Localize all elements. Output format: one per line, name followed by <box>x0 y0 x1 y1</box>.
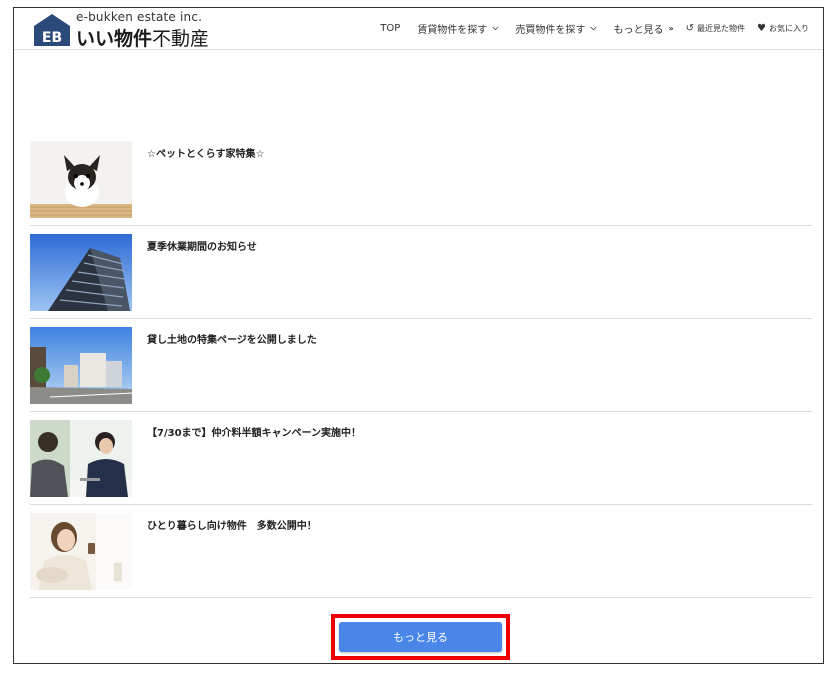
chevron-down-icon: ⌵ <box>590 23 597 32</box>
nav-buy-search-label: 売買物件を探す <box>515 24 586 36</box>
news-title[interactable]: ひとり暮らし向け物件 多数公開中！ <box>147 517 317 532</box>
nav-rent-search[interactable]: 賃貸物件を探す ⌵ <box>417 21 498 36</box>
history-icon: ↺ <box>685 22 695 34</box>
nav-favorites[interactable]: ♥ お気に入り <box>757 23 809 34</box>
svg-text:EB: EB <box>42 30 62 46</box>
main-nav: TOP 賃貸物件を探す ⌵ 売買物件を探す ⌵ もっと見る » ↺ 最近見た物件… <box>363 19 809 37</box>
puppy-thumbnail[interactable] <box>30 141 132 218</box>
nav-rent-search-label: 賃貸物件を探す <box>417 24 488 36</box>
woman-thumbnail[interactable] <box>30 513 132 590</box>
building-thumbnail[interactable] <box>30 234 132 311</box>
meeting-thumbnail[interactable] <box>30 420 132 497</box>
logo-site-name-bold: いい物件 <box>76 28 153 50</box>
street-thumbnail[interactable] <box>30 327 132 404</box>
chevron-down-icon: ⌵ <box>492 23 499 32</box>
news-item[interactable]: ひとり暮らし向け物件 多数公開中！ <box>30 513 812 598</box>
nav-buy-search[interactable]: 売買物件を探す ⌵ <box>515 21 596 36</box>
logo-site-name[interactable]: いい物件不動産 <box>76 24 209 51</box>
more-button-highlight: もっと見る <box>331 614 510 660</box>
browser-frame: EB e-bukken estate inc. いい物件不動産 TOP 賃貸物件… <box>13 7 824 664</box>
more-button[interactable]: もっと見る <box>339 622 502 652</box>
site-header: EB e-bukken estate inc. いい物件不動産 TOP 賃貸物件… <box>14 8 823 50</box>
heart-icon: ♥ <box>757 22 766 34</box>
news-item[interactable]: 夏季休業期間のお知らせ <box>30 234 812 319</box>
news-title[interactable]: ☆ペットとくらす家特集☆ <box>147 145 264 160</box>
news-title[interactable]: 【7/30まで】仲介料半額キャンペーン実施中！ <box>147 424 361 439</box>
logo-company-name[interactable]: e-bukken estate inc. <box>76 10 202 24</box>
nav-more-label: もっと見る <box>613 24 664 36</box>
nav-top-label: TOP <box>380 22 401 34</box>
house-logo-icon[interactable]: EB <box>33 13 71 47</box>
news-item[interactable]: ☆ペットとくらす家特集☆ <box>30 141 812 226</box>
logo-site-name-rest: 不動産 <box>152 28 210 50</box>
news-title[interactable]: 貸し土地の特集ページを公開しました <box>147 331 317 346</box>
news-title[interactable]: 夏季休業期間のお知らせ <box>147 238 257 253</box>
news-list: ☆ペットとくらす家特集☆ 夏季休業期間のお知らせ 貸し土地の特集ページを公開しま… <box>30 141 812 606</box>
news-item[interactable]: 貸し土地の特集ページを公開しました <box>30 327 812 412</box>
nav-recently-viewed-label: 最近見た物件 <box>697 23 746 33</box>
nav-top[interactable]: TOP <box>380 23 400 34</box>
double-chevron-down-icon: » <box>668 23 674 33</box>
nav-more[interactable]: もっと見る » <box>613 21 673 36</box>
nav-recently-viewed[interactable]: ↺ 最近見た物件 <box>686 23 745 34</box>
news-item[interactable]: 【7/30まで】仲介料半額キャンペーン実施中！ <box>30 420 812 505</box>
nav-favorites-label: お気に入り <box>769 23 809 33</box>
